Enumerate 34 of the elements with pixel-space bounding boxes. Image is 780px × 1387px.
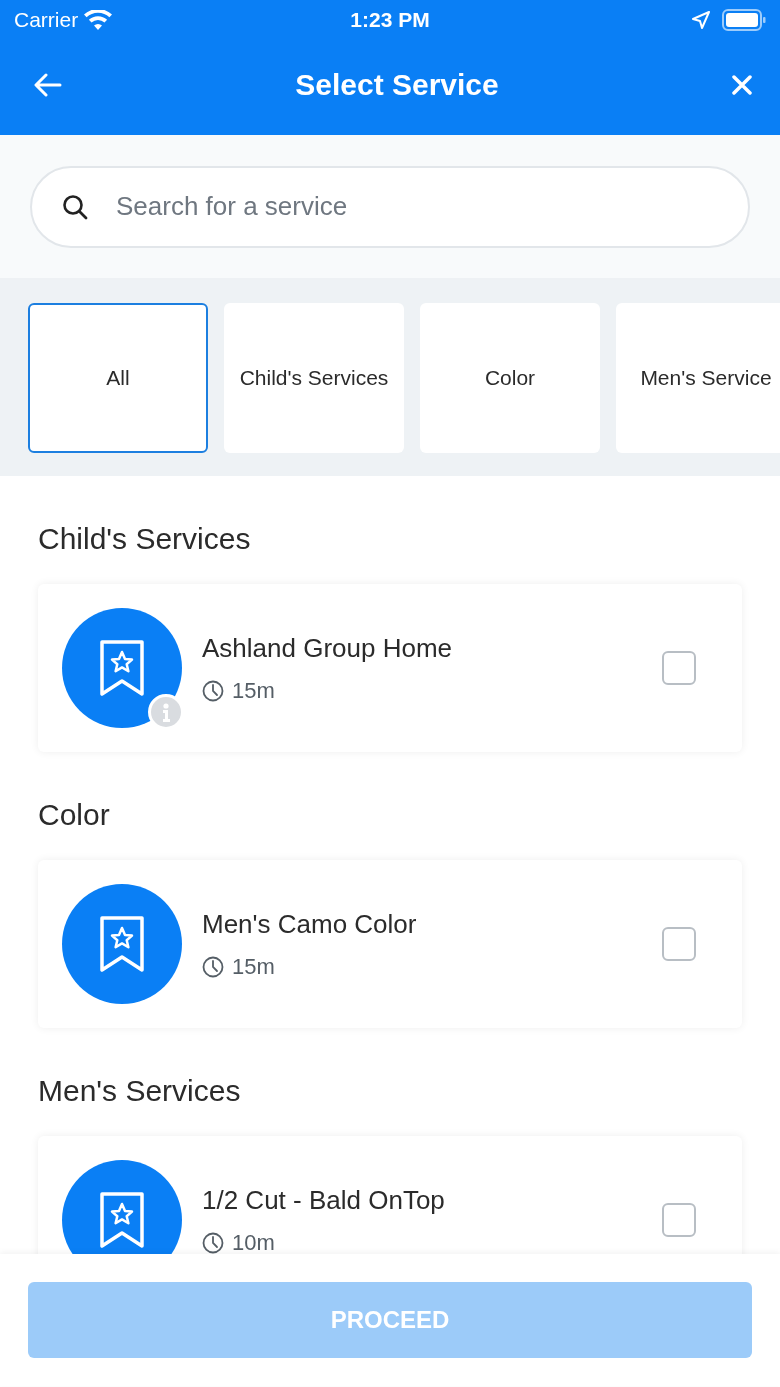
- checkbox[interactable]: [662, 1203, 696, 1237]
- category-tab[interactable]: All: [28, 303, 208, 453]
- battery-icon: [722, 9, 766, 31]
- location-arrow-icon: [692, 11, 710, 29]
- service-duration: 10m: [232, 1229, 275, 1254]
- service-name: 1/2 Cut - Bald OnTop: [202, 1184, 446, 1216]
- service-name: Ashland Group Home: [202, 632, 454, 664]
- service-duration: 15m: [232, 677, 275, 704]
- back-arrow-icon[interactable]: [34, 72, 62, 97]
- checkbox[interactable]: [662, 927, 696, 961]
- category-tab[interactable]: Men's Service: [616, 303, 780, 453]
- section-title: Child's Services: [38, 522, 252, 556]
- bookmark-star-icon: [99, 639, 145, 697]
- clock-time: 1:23 PM: [350, 8, 430, 31]
- search-field[interactable]: Search for a service: [30, 165, 750, 248]
- clock-icon: [202, 955, 224, 978]
- screen-title: Select Service: [294, 67, 500, 102]
- category-tab[interactable]: Color: [420, 303, 600, 453]
- service-card[interactable]: Men's Camo Color 15m: [38, 860, 742, 1028]
- bookmark-star-icon: [99, 915, 145, 973]
- section-title: Color: [38, 798, 111, 832]
- clock-icon: [202, 1231, 224, 1254]
- checkbox[interactable]: [662, 651, 696, 685]
- bookmark-star-icon: [99, 1191, 145, 1249]
- clock-icon: [202, 679, 224, 702]
- service-card[interactable]: 1/2 Cut - Bald OnTop 10m: [38, 1136, 742, 1254]
- close-icon[interactable]: [732, 74, 752, 95]
- service-duration: 15m: [232, 953, 275, 980]
- category-tab[interactable]: Child's Services: [224, 303, 404, 453]
- wifi-icon: [84, 10, 113, 30]
- service-card[interactable]: Ashland Group Home 15m: [38, 584, 742, 752]
- carrier-name: Carrier: [14, 8, 79, 32]
- service-name: Men's Camo Color: [202, 908, 418, 940]
- section-title: Men's Services: [38, 1074, 242, 1108]
